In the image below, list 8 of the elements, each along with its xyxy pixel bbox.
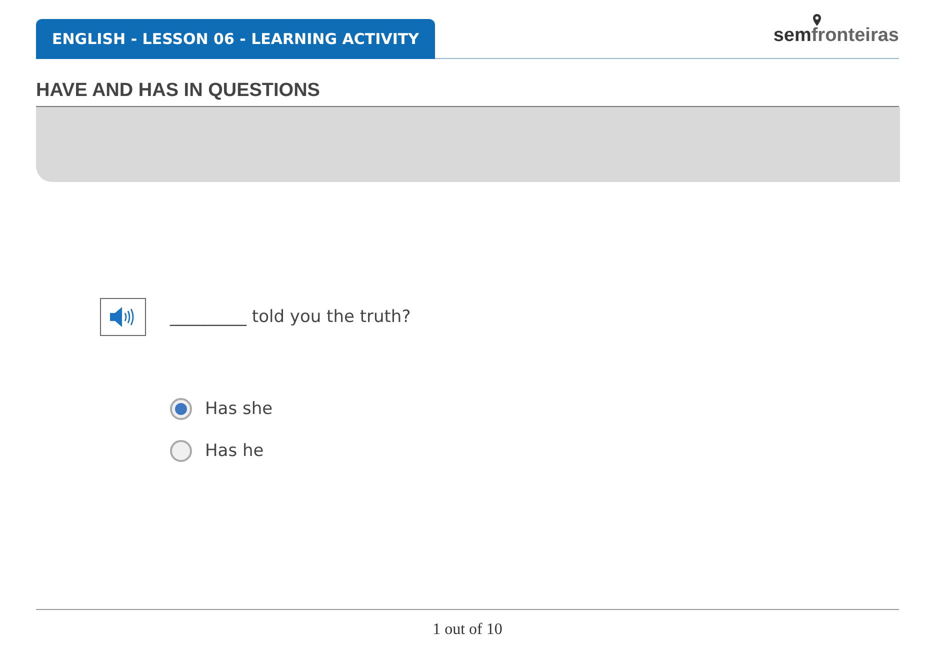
question-text: _________ told you the truth? bbox=[170, 307, 411, 327]
option-label[interactable]: Has she bbox=[205, 399, 273, 419]
option-label[interactable]: Has he bbox=[205, 441, 264, 461]
radio-button[interactable] bbox=[170, 440, 192, 462]
page-counter: 1 out of 10 bbox=[432, 621, 502, 638]
radio-button[interactable] bbox=[170, 398, 192, 420]
audio-button[interactable] bbox=[100, 298, 146, 336]
logo: semfronteiras bbox=[773, 12, 899, 48]
